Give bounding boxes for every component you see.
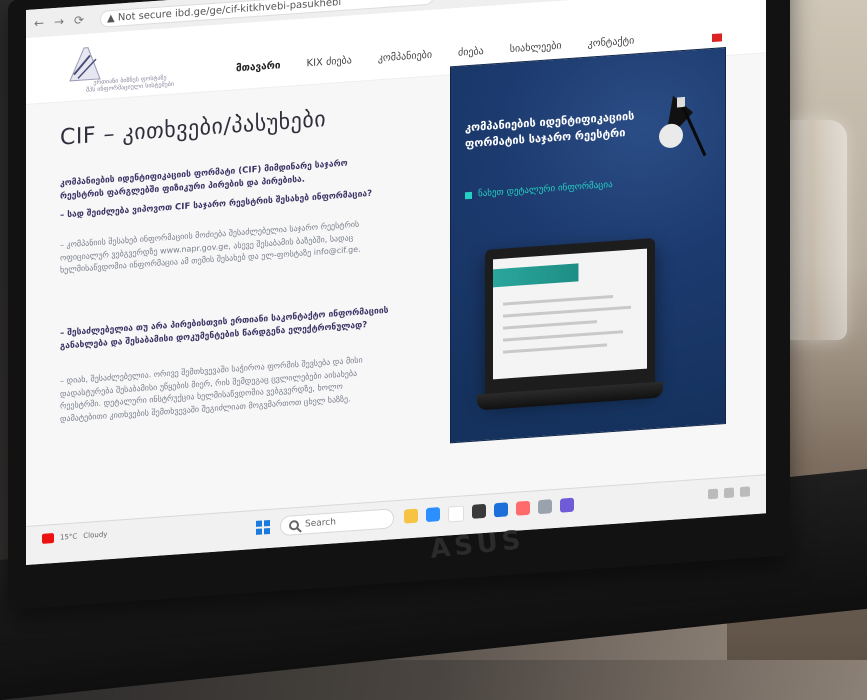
volume-icon[interactable] (724, 487, 734, 499)
laptop-illustration-line (503, 305, 631, 318)
edge-icon[interactable] (426, 507, 440, 523)
laptop-illustration (477, 238, 663, 411)
nav-item-kix[interactable]: KIX ძიება (307, 55, 352, 69)
chrome-icon[interactable] (448, 505, 464, 523)
page-title: CIF – კითხვები/პასუხები (60, 107, 327, 151)
settings-icon[interactable] (538, 499, 552, 515)
laptop-illustration-banner (493, 258, 647, 288)
battery-icon[interactable] (740, 486, 750, 498)
laptop-illustration-line (503, 343, 607, 354)
taskbar-search[interactable]: Search (280, 508, 394, 537)
forward-icon[interactable]: → (54, 14, 66, 29)
laptop-illustration-line (503, 320, 597, 330)
hero-banner: კომპანიების იდენტიფიკაციის ფორმატის საჯა… (450, 47, 726, 444)
weather-desc: Cloudy (83, 530, 108, 540)
hero-title: კომპანიების იდენტიფიკაციის ფორმატის საჯა… (465, 109, 635, 151)
laptop-illustration-screen (493, 248, 647, 380)
nav-item-search[interactable]: ძიება (458, 46, 484, 59)
file-explorer-icon[interactable] (404, 508, 418, 524)
search-icon (289, 519, 299, 531)
laptop-illustration-line (503, 294, 613, 306)
network-icon[interactable] (708, 488, 718, 500)
hero-cta-label: ნახეთ დეტალური ინფორმაცია (478, 179, 613, 200)
desk-lamp-icon (659, 95, 707, 157)
faq-question-2: – შესაძლებელია თუ არა პირებისთვის ერთიან… (60, 305, 389, 352)
weather-icon (42, 533, 54, 544)
nav-item-home[interactable]: მთავარი (236, 60, 281, 74)
mail-icon[interactable] (494, 502, 508, 518)
laptop-screen: ← → ⟳ ▲ Not secure ibd.ge/ge/cif-kitkhve… (26, 0, 766, 566)
laptop-illustration-base (477, 381, 663, 411)
url-text: ibd.ge/ge/cif-kitkhvebi-pasukhebi (175, 0, 342, 20)
nav-item-news[interactable]: სიახლეები (510, 41, 562, 56)
back-icon[interactable]: ← (34, 16, 46, 31)
language-flag-icon[interactable] (712, 33, 722, 43)
site-logo[interactable]: ერთიანი ბიზნეს ფოსტაზე შპს ინფორმაციული … (60, 37, 190, 94)
search-placeholder: Search (305, 517, 336, 530)
weather-temp: 15°C (60, 532, 78, 542)
teams-icon[interactable] (560, 497, 574, 513)
warning-icon: ▲ (107, 12, 118, 24)
windows-start-icon[interactable] (256, 519, 270, 535)
taskbar-app-icons (404, 497, 574, 526)
nav-item-contact[interactable]: კონტაქტი (588, 35, 635, 49)
reload-icon[interactable]: ⟳ (74, 13, 86, 28)
system-tray (708, 486, 750, 500)
faq-answer-2: – დიახ, შესაძლებელია. ორივე შემთხვევაში … (60, 355, 363, 424)
security-label: Not secure (117, 8, 172, 24)
faq-answer-1: – კომპანიის შესახებ ინფორმაციის მოძიება … (60, 219, 361, 275)
laptop-illustration-line (503, 330, 623, 342)
hero-cta-link[interactable]: ნახეთ დეტალური ინფორმაცია (465, 180, 613, 200)
cta-marker-icon (465, 191, 472, 199)
photos-icon[interactable] (516, 500, 530, 516)
nav-item-companies[interactable]: კომპანიები (378, 50, 432, 65)
weather-widget[interactable]: 15°C Cloudy (42, 529, 107, 544)
store-icon[interactable] (472, 503, 486, 519)
